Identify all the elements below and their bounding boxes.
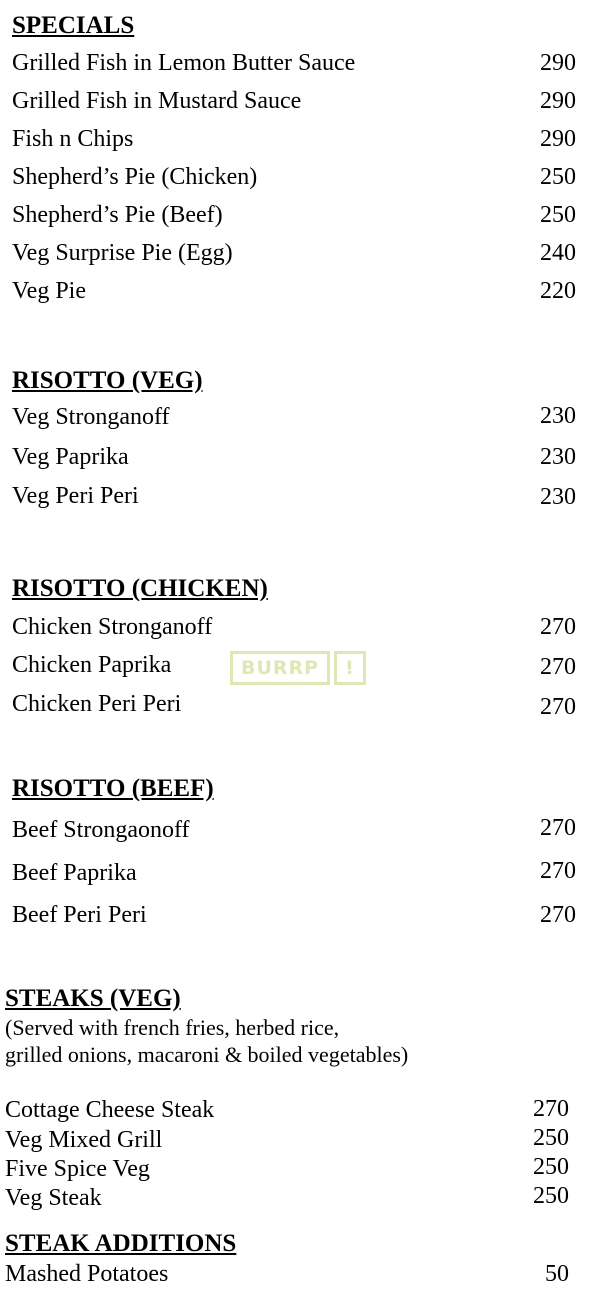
menu-item-price: 270 [533, 1096, 569, 1122]
steaks-note-line2: grilled onions, macaroni & boiled vegeta… [5, 1042, 409, 1067]
menu-item-price: 230 [540, 484, 576, 510]
menu-item-name: Grilled Fish in Mustard Sauce [12, 88, 302, 114]
menu-item-name: Shepherd’s Pie (Chicken) [12, 164, 258, 190]
menu-item-name: Veg Pie [12, 278, 86, 304]
menu-item-price: 230 [540, 403, 576, 429]
menu-item-name: Grilled Fish in Lemon Butter Sauce [12, 50, 356, 76]
menu-item-price: 230 [540, 444, 576, 470]
menu-item-price: 270 [540, 902, 576, 928]
menu-item-name: Veg Steak [5, 1185, 102, 1211]
menu-item-price: 250 [540, 202, 576, 228]
menu-item-name: Chicken Stronganoff [12, 614, 213, 640]
menu-item-price: 220 [540, 278, 576, 304]
menu-item-price: 270 [540, 815, 576, 841]
menu-item-price: 270 [540, 654, 576, 680]
menu-item-price: 250 [533, 1125, 569, 1151]
section-heading-specials: SPECIALS [12, 12, 135, 39]
menu-item-name: Veg Surprise Pie (Egg) [12, 240, 233, 266]
menu-item-name: Veg Peri Peri [12, 483, 139, 509]
menu-item-name: Fish n Chips [12, 126, 134, 152]
menu-item-price: 290 [540, 50, 576, 76]
watermark-word: BURRP [230, 651, 331, 685]
menu-item-price: 250 [540, 164, 576, 190]
section-heading-risotto-beef: RISOTTO (BEEF) [12, 775, 214, 802]
menu-item-name: Mashed Potatoes [5, 1261, 169, 1287]
menu-item-price: 290 [540, 126, 576, 152]
menu-item-price: 270 [540, 858, 576, 884]
menu-item-price: 250 [533, 1183, 569, 1209]
section-heading-risotto-chicken: RISOTTO (CHICKEN) [12, 575, 268, 602]
watermark-mark: ! [334, 651, 366, 685]
menu-item-name: Veg Mixed Grill [5, 1127, 163, 1153]
menu-item-name: Beef Paprika [12, 860, 137, 886]
menu-item-price: 270 [540, 694, 576, 720]
menu-item-name: Shepherd’s Pie (Beef) [12, 202, 223, 228]
menu-item-name: Veg Stronganoff [12, 404, 170, 430]
menu-item-price: 270 [540, 614, 576, 640]
menu-item-price: 240 [540, 240, 576, 266]
menu-item-name: Chicken Paprika [12, 652, 172, 678]
menu-item-price: 50 [545, 1261, 569, 1287]
section-heading-risotto-veg: RISOTTO (VEG) [12, 367, 203, 394]
menu-item-name: Five Spice Veg [5, 1156, 150, 1182]
burrp-watermark: BURRP ! [230, 651, 366, 685]
section-heading-steaks-veg: STEAKS (VEG) [5, 985, 181, 1012]
menu-item-name: Beef Strongaonoff [12, 817, 190, 843]
steaks-note-line1: (Served with french fries, herbed rice, [5, 1015, 340, 1040]
menu-item-name: Beef Peri Peri [12, 902, 147, 928]
menu-item-name: Veg Paprika [12, 444, 129, 470]
menu-item-name: Chicken Peri Peri [12, 691, 182, 717]
menu-item-price: 290 [540, 88, 576, 114]
section-heading-steak-additions: STEAK ADDITIONS [5, 1230, 237, 1257]
menu-item-name: Cottage Cheese Steak [5, 1097, 215, 1123]
menu-item-price: 250 [533, 1154, 569, 1180]
